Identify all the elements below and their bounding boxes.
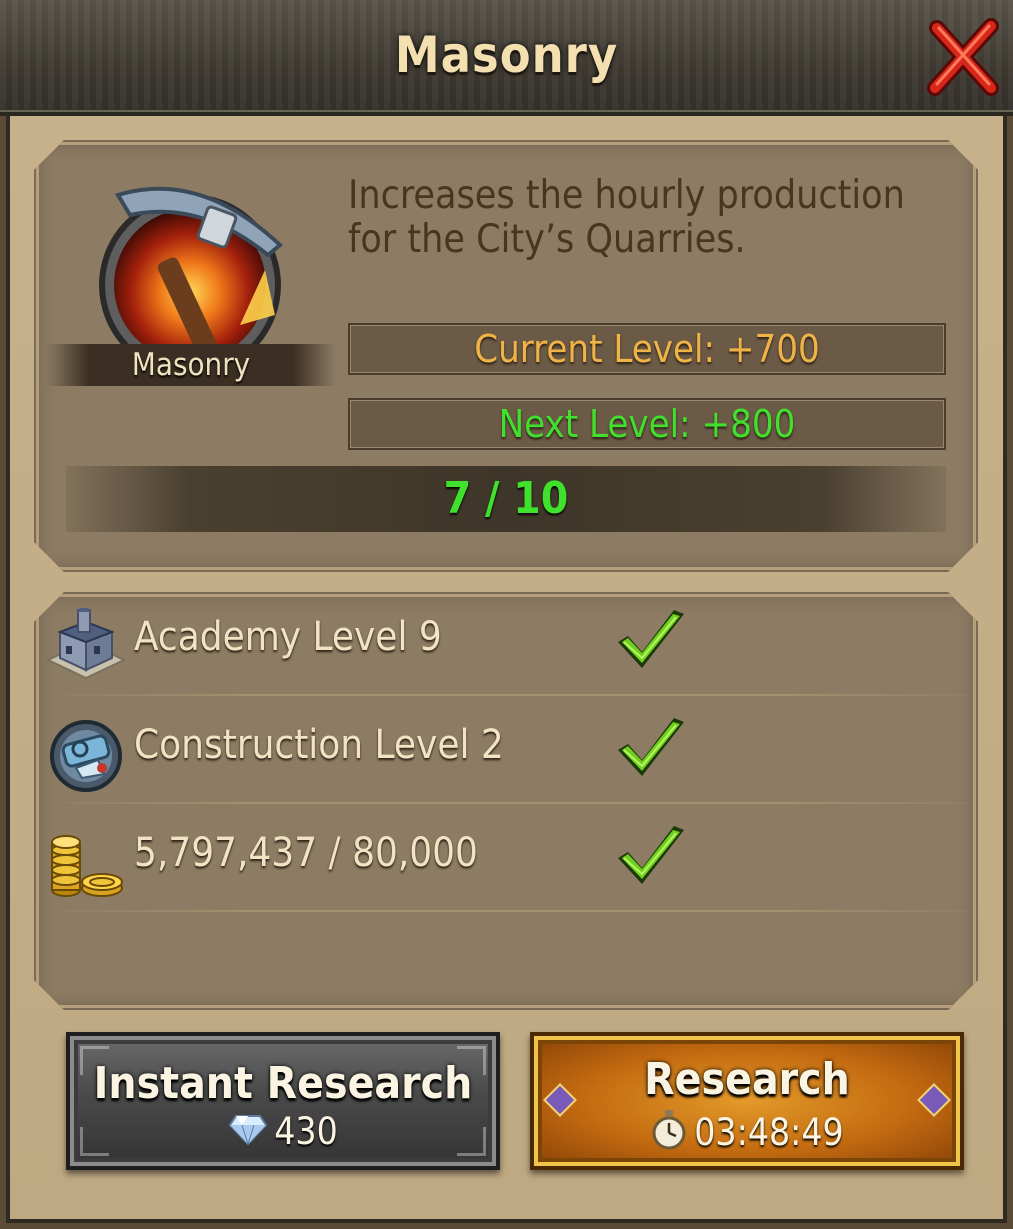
checkmark-icon [614, 824, 688, 890]
diamond-icon [228, 1112, 268, 1155]
current-level-bar: Current Level: +700 [348, 323, 946, 375]
level-progress: 7 / 10 [66, 466, 946, 532]
requirement-row: Academy Level 9 [45, 590, 966, 696]
instant-research-button[interactable]: Instant Research 430 [66, 1032, 500, 1170]
row-divider [66, 802, 966, 804]
research-button[interactable]: Research 03:48:49 [530, 1032, 964, 1170]
close-x-icon [927, 18, 999, 96]
next-level-bar: Next Level: +800 [348, 398, 946, 450]
requirement-row: Construction Level 2 [46, 698, 966, 804]
diamond-cost: 430 [274, 1110, 338, 1153]
stopwatch-icon [650, 1110, 688, 1159]
requirement-text: Construction Level 2 [134, 722, 504, 768]
requirement-text: Academy Level 9 [134, 614, 442, 660]
row-divider [66, 694, 966, 696]
instant-research-cost: 430 [70, 1110, 496, 1155]
skill-description: Increases the hourly production for the … [348, 173, 905, 262]
research-dialog: Masonry Masonry Increases the hourly pro… [0, 0, 1013, 1229]
title-bar: Masonry [0, 0, 1013, 116]
research-time: 03:48:49 [534, 1110, 960, 1159]
construction-research-icon [46, 716, 126, 792]
checkmark-icon [614, 716, 688, 782]
row-divider [66, 910, 966, 912]
requirement-row: 5,797,437 / 80,000 [46, 806, 966, 912]
academy-building-icon [45, 604, 127, 684]
skill-name-label: Masonry [131, 347, 251, 383]
dialog-title: Masonry [394, 26, 619, 84]
instant-research-label: Instant Research [93, 1058, 473, 1109]
close-button[interactable] [925, 18, 1003, 96]
requirement-text: 5,797,437 / 80,000 [134, 830, 478, 876]
research-duration: 03:48:49 [694, 1111, 844, 1154]
checkmark-icon [614, 608, 688, 674]
research-label: Research [644, 1054, 850, 1105]
gold-coins-icon [46, 824, 126, 900]
